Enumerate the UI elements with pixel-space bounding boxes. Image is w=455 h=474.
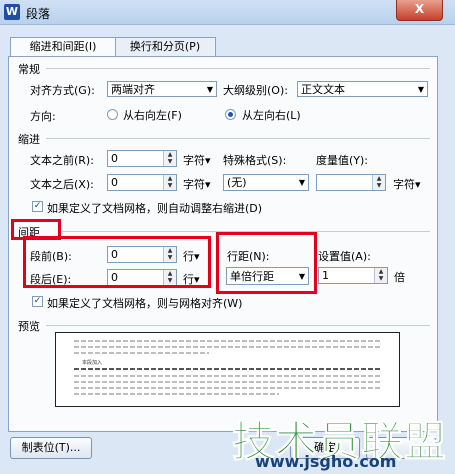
tab-line-page-breaks[interactable]: 换行和分页(P): [114, 37, 216, 56]
spacing-grid-checkbox[interactable]: ✓: [32, 296, 43, 307]
indent-grid-checkbox[interactable]: ✓: [32, 201, 43, 212]
setting-value: 1: [322, 269, 329, 282]
ltr-radio[interactable]: [225, 109, 236, 120]
section-preview-header: 预览: [18, 320, 40, 333]
special-format-value: (无): [227, 176, 247, 189]
rtl-label: 从右向左(F): [123, 109, 182, 122]
chevron-down-icon: ▼: [206, 85, 213, 94]
preview-line: [74, 340, 381, 342]
chevron-down-icon: ▼: [417, 85, 424, 94]
indent-after-input[interactable]: 0 ▲ ▼: [107, 174, 177, 191]
tab-indent-spacing[interactable]: 缩进和间距(I): [10, 37, 116, 56]
watermark-url: www.jsgho.com: [255, 452, 397, 471]
measure-unit[interactable]: 字符▾: [393, 176, 421, 192]
preview-box: 本段加入: [55, 332, 400, 407]
preview-line: [74, 368, 381, 370]
outline-level-select[interactable]: 正文文本 ▼: [297, 81, 428, 97]
indent-before-input[interactable]: 0 ▲ ▼: [107, 150, 177, 167]
outline-level-label: 大纲级别(O):: [223, 84, 288, 97]
setting-value-input[interactable]: 1 ▲ ▼: [318, 267, 388, 284]
indent-after-label: 文本之后(X):: [30, 178, 94, 191]
preview-line: [74, 352, 209, 354]
indent-before-unit[interactable]: 字符▾: [183, 152, 211, 168]
indent-grid-label: 如果定义了文档网格，则自动调整右缩进(D): [47, 202, 263, 215]
app-icon: W: [4, 4, 20, 20]
ltr-label: 从左向右(L): [242, 109, 301, 122]
indent-after-unit[interactable]: 字符▾: [183, 176, 211, 192]
divider: [46, 138, 430, 139]
setting-value-unit: 倍: [394, 271, 405, 284]
preview-sample-text: 本段加入: [82, 360, 103, 366]
direction-label: 方向:: [30, 110, 56, 123]
indent-before-label: 文本之前(R):: [30, 154, 94, 167]
measure-label: 度量值(Y):: [316, 154, 369, 167]
special-format-label: 特殊格式(S):: [223, 154, 287, 167]
section-general-header: 常规: [18, 63, 40, 76]
preview-line: [74, 387, 381, 389]
rtl-radio[interactable]: [107, 109, 118, 120]
spinner-arrows-icon[interactable]: ▲ ▼: [372, 175, 385, 190]
setting-value-label: 设置值(A):: [318, 250, 371, 263]
preview-line: [74, 346, 381, 348]
section-indent-header: 缩进: [18, 133, 40, 146]
measure-input[interactable]: ▲ ▼: [316, 174, 386, 191]
title-bar: [0, 0, 455, 25]
spinner-arrows-icon[interactable]: ▲ ▼: [374, 268, 387, 283]
highlight-spacing-fields: [23, 236, 211, 288]
special-format-select[interactable]: (无) ▼: [223, 174, 309, 191]
indent-before-value: 0: [111, 152, 118, 165]
spacing-grid-label: 如果定义了文档网格，则与网格对齐(W): [47, 297, 243, 310]
alignment-select[interactable]: 两端对齐 ▼: [107, 81, 217, 97]
preview-line: [74, 381, 381, 383]
preview-line: [74, 375, 381, 377]
close-button[interactable]: X: [396, 0, 443, 21]
divider: [46, 325, 430, 326]
alignment-label: 对齐方式(G):: [30, 84, 95, 97]
preview-line: [74, 393, 279, 395]
spinner-arrows-icon[interactable]: ▲ ▼: [163, 151, 176, 166]
spinner-arrows-icon[interactable]: ▲ ▼: [163, 175, 176, 190]
outline-level-value: 正文文本: [301, 83, 345, 96]
highlight-line-spacing: [216, 232, 317, 294]
tabs-button[interactable]: 制表位(T)...: [10, 437, 92, 459]
window-title: 段落: [26, 7, 51, 21]
indent-after-value: 0: [111, 176, 118, 189]
chevron-down-icon: ▼: [298, 178, 305, 187]
divider: [46, 68, 430, 69]
alignment-value: 两端对齐: [111, 83, 155, 96]
